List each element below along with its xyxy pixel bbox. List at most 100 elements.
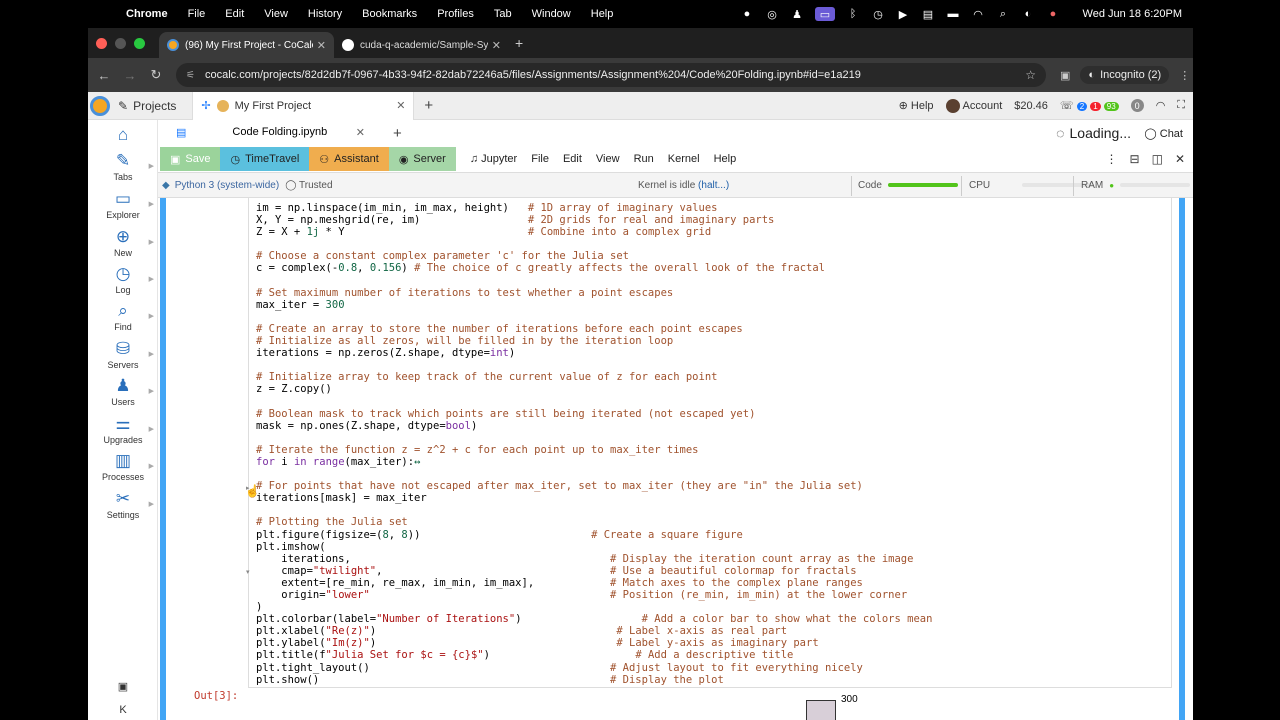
code-line[interactable]: plt.show() # Display the plot [256,674,932,686]
code-line[interactable]: # Plotting the Julia set [256,516,932,528]
bookmark-star-icon[interactable]: ☆ [1025,68,1036,82]
menu-window[interactable]: Window [532,8,571,20]
code-line[interactable] [256,311,932,323]
expand-caret-icon[interactable]: ▶ [149,500,154,508]
url-text[interactable]: cocalc.com/projects/82d2db7f-0967-4b33-9… [205,69,1025,81]
code-line[interactable]: cmap="twilight", # Use a beautiful color… [256,565,932,577]
keyboard-icon[interactable]: ▤ [921,7,935,21]
expand-caret-icon[interactable]: ▶ [149,462,154,470]
sidebar-item-servers[interactable]: ⛁ Servers ▶ [88,340,158,371]
server-button[interactable]: ◉ Server [388,147,456,171]
battery-icon[interactable]: ▬ [946,7,960,21]
code-line[interactable]: plt.imshow( [256,541,932,553]
wifi-icon[interactable]: ◠ [971,7,985,21]
code-line[interactable]: iterations[mask] = max_iter [256,492,932,504]
menu-view[interactable]: View [264,8,288,20]
menu-tab[interactable]: Tab [494,8,512,20]
expand-caret-icon[interactable]: ▶ [149,238,154,246]
timetravel-button[interactable]: ◷ TimeTravel [220,147,310,171]
menu-app-name[interactable]: Chrome [126,8,168,20]
menu-notebook-edit[interactable]: Edit [563,153,582,165]
projects-button[interactable]: ✎ Projects [118,99,176,113]
menu-history[interactable]: History [308,8,342,20]
sidebar-item-upgrades[interactable]: ⚌ Upgrades ▶ [88,415,158,446]
split-horizontal-icon[interactable]: ⊟ [1130,152,1140,166]
code-line[interactable]: # Initialize array to keep track of the … [256,371,932,383]
code-line[interactable]: ) [256,601,932,613]
code-line[interactable]: plt.title(f"Julia Set for $c = {c}$") # … [256,649,932,661]
menu-notebook-help[interactable]: Help [714,153,737,165]
code-line[interactable]: for i in range(max_iter):↔ [256,456,932,468]
code-line[interactable]: X, Y = np.meshgrid(re, im) # 2D grids fo… [256,214,932,226]
code-line[interactable]: z = Z.copy() [256,383,932,395]
help-button[interactable]: ⊕ Help [899,99,934,112]
time-machine-icon[interactable]: ◷ [871,7,885,21]
kernel-selector[interactable]: ◆ Python 3 (system-wide) [162,180,279,191]
file-tab-notebook[interactable]: ▤ Code Folding.ipynb ✕ [168,120,373,146]
menu-notebook-run[interactable]: Run [634,153,654,165]
code-line[interactable]: Z = X + 1j * Y # Combine into a complex … [256,226,932,238]
code-line[interactable]: mask = np.ones(Z.shape, dtype=bool) [256,420,932,432]
user-icon[interactable]: ♟ [790,7,804,21]
code-line[interactable] [256,468,932,480]
code-line[interactable]: im = np.linspace(im_min, im_max, height)… [256,202,932,214]
close-project-tab-icon[interactable]: ✕ [396,99,405,112]
code-line[interactable]: plt.ylabel("Im(z)") # Label y-axis as im… [256,637,932,649]
sidebar-item-explorer[interactable]: ▭ Explorer ▶ [88,190,158,221]
jupyter-menu[interactable]: ♫ Jupyter [470,153,517,165]
code-line[interactable] [256,359,932,371]
menu-help[interactable]: Help [591,8,614,20]
new-tab-plus-icon[interactable]: + [515,35,523,51]
expand-caret-icon[interactable]: ▶ [149,312,154,320]
site-info-icon[interactable]: ⚟ [186,70,195,81]
menu-profiles[interactable]: Profiles [437,8,474,20]
chat-button[interactable]: ◯ Chat [1144,127,1183,140]
sidebar-item-new[interactable]: ⊕ New ▶ [88,228,158,259]
control-center-icon[interactable]: ◐ [1021,7,1035,21]
url-omnibox[interactable]: ⚟ cocalc.com/projects/82d2db7f-0967-4b33… [176,63,1046,87]
sidebar-item-home[interactable]: ⌂ [88,126,158,146]
display-icon[interactable]: ▭ [815,7,835,21]
code-line[interactable]: plt.tight_layout() # Adjust layout to fi… [256,662,932,674]
incognito-button[interactable]: ◐ Incognito (2) [1080,66,1170,84]
chrome-menu-icon[interactable]: ⋮ [1179,69,1190,82]
sidebar-item-processes[interactable]: ▥ Processes ▶ [88,452,158,483]
add-project-tab-icon[interactable]: + [424,97,433,114]
code-line[interactable]: # Choose a constant complex parameter 'c… [256,250,932,262]
code-line[interactable]: plt.colorbar(label="Number of Iterations… [256,613,932,625]
browser-tab-cocalc[interactable]: (96) My First Project - CoCalc ✕ [159,32,334,58]
cocalc-logo-icon[interactable] [90,95,110,116]
save-button[interactable]: ▣ Save [160,147,221,171]
project-tab[interactable]: ✢ My First Project ✕ [192,91,415,120]
close-tab-icon[interactable]: ✕ [317,39,326,52]
expand-caret-icon[interactable]: ▶ [149,275,154,283]
code-line[interactable]: c = complex(-0.8, 0.156) # The choice of… [256,262,932,274]
close-tab-icon[interactable]: ✕ [492,39,501,52]
code-editor[interactable]: im = np.linspace(im_min, im_max, height)… [256,202,932,686]
record-icon[interactable]: ● [740,7,754,21]
menu-notebook-file[interactable]: File [531,153,549,165]
more-vertical-icon[interactable]: ⋮ [1106,152,1118,166]
code-line[interactable]: # Iterate the function z = z^2 + c for e… [256,444,932,456]
code-line[interactable]: # For points that have not escaped after… [256,480,932,492]
code-line[interactable] [256,432,932,444]
code-line[interactable]: iterations, # Display the iteration coun… [256,553,932,565]
bluetooth-icon[interactable]: ᛒ [846,7,860,21]
expand-caret-icon[interactable]: ▶ [149,200,154,208]
sidebar-item-find[interactable]: ⌕ Find ▶ [88,302,158,333]
sidebar-item-settings[interactable]: ✂ Settings ▶ [88,490,158,521]
assistant-button[interactable]: ⚇ Assistant [309,147,389,171]
close-frame-icon[interactable]: ✕ [1175,152,1185,166]
unread-count-badge[interactable]: 0 [1130,99,1144,112]
notifications-button[interactable]: ☏ 2 1 93 [1060,99,1119,112]
sidebar-item-users[interactable]: ♟ Users ▶ [88,377,158,408]
reload-icon[interactable]: ↻ [146,67,166,83]
expand-caret-icon[interactable]: ▶ [149,387,154,395]
account-button[interactable]: Account [945,98,1002,113]
menu-notebook-view[interactable]: View [596,153,620,165]
forward-arrow-icon[interactable]: → [120,68,140,83]
balance-display[interactable]: $20.46 [1014,100,1048,112]
close-file-tab-icon[interactable]: ✕ [356,126,365,139]
menu-bookmarks[interactable]: Bookmarks [362,8,417,20]
minimize-window-icon[interactable] [115,37,126,49]
